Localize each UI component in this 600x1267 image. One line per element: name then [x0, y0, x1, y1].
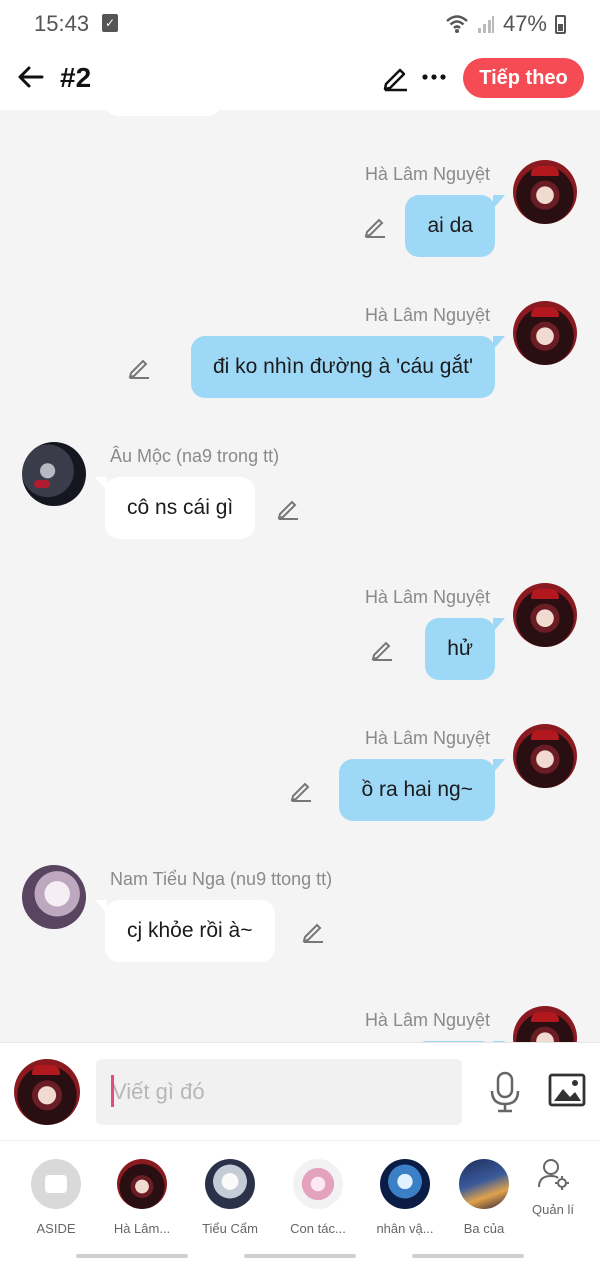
edit-message-icon[interactable]: [370, 637, 394, 661]
character-item[interactable]: Con tác...: [277, 1159, 359, 1236]
edit-message-icon[interactable]: [363, 214, 387, 238]
current-character-avatar[interactable]: [14, 1059, 80, 1125]
next-button[interactable]: Tiếp theo: [463, 58, 584, 98]
avatar[interactable]: [22, 442, 86, 506]
character-label: Ba của: [463, 1221, 505, 1236]
message-input[interactable]: [96, 1059, 462, 1125]
message-bubble[interactable]: cô ns cái gì: [94, 477, 256, 539]
character-aside[interactable]: ASIDE: [15, 1159, 97, 1236]
more-options-icon[interactable]: [420, 62, 448, 92]
character-item[interactable]: Tiểu Cẩm: [189, 1159, 271, 1236]
microphone-icon[interactable]: [488, 1071, 522, 1113]
image-icon[interactable]: [548, 1073, 586, 1107]
avatar[interactable]: [22, 865, 86, 929]
edit-message-icon[interactable]: [301, 919, 325, 943]
sender-name: Hà Lâm Nguyệt: [364, 164, 490, 184]
avatar: [293, 1159, 343, 1209]
sender-name: Nam Tiểu Nga (nu9 ttong tt): [110, 869, 333, 889]
chat-area[interactable]: Hà Lâm Nguyệt ai da Hà Lâm Nguyệt đi ko …: [0, 110, 600, 1042]
avatar[interactable]: [513, 160, 577, 224]
status-right: 47%: [445, 11, 566, 37]
signal-icon: [477, 16, 494, 33]
nav-back[interactable]: [412, 1254, 524, 1258]
nav-recents[interactable]: [76, 1254, 188, 1258]
avatar: [459, 1159, 509, 1209]
avatar: [205, 1159, 255, 1209]
battery-percent: 47%: [502, 11, 547, 36]
sender-name: Âu Mộc (na9 trong tt): [110, 446, 280, 466]
character-bar: ASIDE Hà Lâm... Tiểu Cẩm Con tác... nhân…: [0, 1140, 600, 1246]
back-arrow-icon[interactable]: [14, 60, 48, 94]
aside-icon: [31, 1159, 81, 1209]
battery-icon: [555, 14, 566, 34]
character-item[interactable]: nhân vậ...: [364, 1159, 446, 1236]
message-composer: [0, 1042, 600, 1140]
message-bubble[interactable]: hử: [425, 618, 505, 680]
edit-message-icon[interactable]: [127, 355, 151, 379]
avatar[interactable]: [513, 724, 577, 788]
message-bubble[interactable]: cj khỏe rồi à~: [95, 900, 275, 962]
avatar: [117, 1159, 167, 1209]
character-label: nhân vậ...: [376, 1221, 434, 1236]
notification-icon: ✓: [102, 14, 118, 32]
sender-name: Hà Lâm Nguyệt: [364, 1010, 490, 1030]
avatar[interactable]: [513, 583, 577, 647]
character-label: Tiểu Cẩm: [202, 1221, 258, 1236]
message-bubble[interactable]: đi ko nhìn đường à 'cáu gắt': [190, 336, 506, 398]
sender-name: Hà Lâm Nguyệt: [364, 305, 490, 325]
manage-label: Quản lí: [532, 1202, 574, 1217]
status-bar: 15:43 ✓ 47%: [0, 0, 600, 46]
character-label: Con tác...: [290, 1221, 346, 1236]
wifi-icon: [446, 15, 468, 33]
edit-message-icon[interactable]: [289, 778, 313, 802]
avatar[interactable]: [513, 301, 577, 365]
character-label: ASIDE: [36, 1221, 76, 1236]
system-nav-bar: [0, 1246, 600, 1267]
user-settings-icon: [538, 1159, 569, 1190]
avatar: [380, 1159, 430, 1209]
page-title: #2: [60, 62, 92, 93]
sender-name: Hà Lâm Nguyệt: [364, 587, 490, 607]
edit-pencil-icon[interactable]: [380, 62, 410, 92]
manage-characters-button[interactable]: Quản lí: [528, 1157, 578, 1237]
character-item[interactable]: Ba của: [443, 1159, 525, 1236]
avatar[interactable]: [513, 1006, 577, 1042]
top-bar: #2 Tiếp theo: [0, 46, 600, 110]
message-bubble[interactable]: ai da: [405, 195, 505, 257]
edit-message-icon[interactable]: [276, 496, 300, 520]
nav-home[interactable]: [244, 1254, 356, 1258]
message-bubble[interactable]: ồ ra hai ng~: [339, 759, 505, 821]
sender-name: Hà Lâm Nguyệt: [364, 728, 490, 748]
previous-message-bubble: [104, 110, 222, 116]
status-time: 15:43: [34, 11, 90, 36]
text-caret: [111, 1075, 114, 1107]
character-label: Hà Lâm...: [113, 1221, 171, 1236]
character-item[interactable]: Hà Lâm...: [101, 1159, 183, 1236]
